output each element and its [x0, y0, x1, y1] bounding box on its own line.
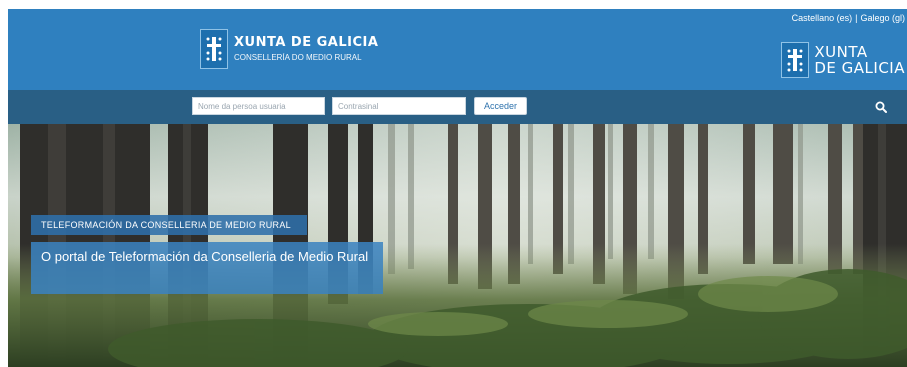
xunta-logo[interactable]: XUNTA DE GALICIA CONSELLERÍA DO MEDIO RU…: [200, 29, 378, 69]
logo-right-line1: XUNTA: [814, 43, 868, 61]
login-button[interactable]: Acceder: [474, 97, 527, 115]
page-frame: XUNTA DE GALICIA CONSELLERÍA DO MEDIO RU…: [8, 9, 907, 367]
logo-right-text: XUNTA DE GALICIA: [814, 44, 905, 76]
logo-title: XUNTA DE GALICIA: [234, 34, 379, 50]
language-separator: |: [855, 13, 858, 23]
username-input[interactable]: [192, 97, 325, 115]
language-galego-link[interactable]: Galego (gl): [860, 13, 905, 23]
site-header: XUNTA DE GALICIA CONSELLERÍA DO MEDIO RU…: [8, 9, 907, 90]
password-input[interactable]: [332, 97, 466, 115]
logo-subtitle: CONSELLERÍA DO MEDIO RURAL: [234, 52, 362, 62]
logo-right-line2: DE GALICIA: [814, 59, 905, 77]
xunta-logo-right[interactable]: XUNTA DE GALICIA: [781, 42, 905, 78]
xunta-emblem-icon: [781, 42, 810, 78]
language-switcher: Castellano (es) | Galego (gl): [792, 13, 905, 23]
search-icon[interactable]: [875, 101, 887, 113]
hero-caption: O portal de Teleformación da Conselleria…: [31, 242, 383, 294]
xunta-emblem-icon: [200, 29, 228, 69]
login-bar: Acceder: [8, 90, 907, 124]
logo-text: XUNTA DE GALICIA CONSELLERÍA DO MEDIO RU…: [234, 35, 378, 64]
language-castellano-link[interactable]: Castellano (es): [792, 13, 853, 23]
hero-tag: TELEFORMACIÓN DA CONSELLERIA DE MEDIO RU…: [31, 215, 307, 235]
